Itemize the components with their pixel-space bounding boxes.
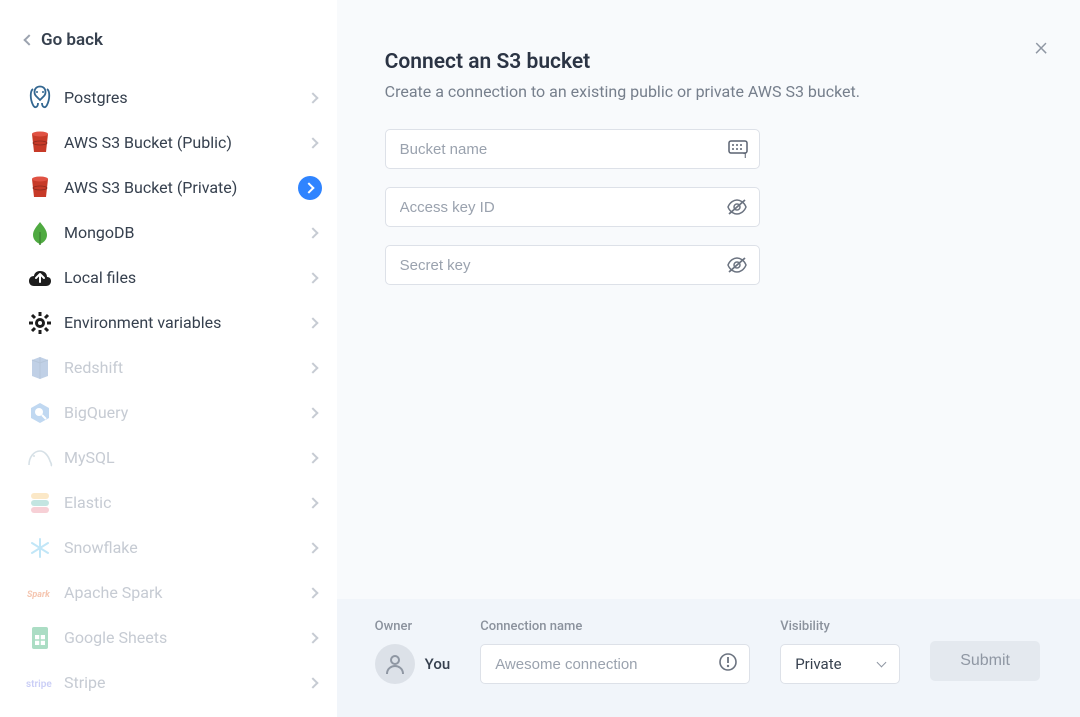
chevron-right-icon [307, 137, 318, 148]
sidebar-item-label: Redshift [64, 358, 309, 377]
page-title: Connect an S3 bucket [385, 50, 1032, 74]
access-key-input[interactable] [385, 187, 760, 227]
sidebar-item-label: AWS S3 Bucket (Private) [64, 178, 298, 197]
sheets-icon [26, 624, 54, 652]
sidebar-item-env[interactable]: Environment variables [20, 300, 337, 345]
secret-key-input[interactable] [385, 245, 760, 285]
chevron-right-icon [307, 362, 318, 373]
visibility-label: Visibility [780, 619, 900, 634]
avatar-icon [375, 644, 415, 684]
main-panel: × Connect an S3 bucket Create a connecti… [337, 0, 1080, 717]
sidebar-item-label: MySQL [64, 448, 309, 467]
owner-label: Owner [375, 619, 451, 634]
elastic-icon [26, 489, 54, 517]
bucket-name-input[interactable] [385, 129, 760, 169]
submit-button[interactable]: Submit [930, 641, 1040, 681]
chevron-right-icon [307, 542, 318, 553]
sidebar-item-label: Apache Spark [64, 583, 309, 602]
sidebar-item-elastic: Elastic [20, 480, 337, 525]
connection-name-label: Connection name [480, 619, 750, 634]
chevron-right-icon [307, 227, 318, 238]
postgres-icon [26, 84, 54, 112]
chevron-right-icon [307, 497, 318, 508]
sidebar-item-sheets: Google Sheets [20, 615, 337, 660]
connection-name-input[interactable] [480, 644, 750, 684]
sidebar-item-label: AWS S3 Bucket (Public) [64, 133, 309, 152]
mixpanel-icon: mixpanel [26, 714, 54, 717]
eye-off-icon[interactable] [726, 198, 748, 216]
eye-off-icon[interactable] [726, 256, 748, 274]
sidebar-item-mixpanel: mixpanelMixpanel [20, 705, 337, 717]
sidebar-item-label: Stripe [64, 673, 309, 692]
sidebar-item-label: Elastic [64, 493, 309, 512]
sidebar-item-label: BigQuery [64, 403, 309, 422]
sidebar-item-snowflake: Snowflake [20, 525, 337, 570]
sidebar-item-s3[interactable]: AWS S3 Bucket (Private) [20, 165, 337, 210]
snowflake-icon [26, 534, 54, 562]
bucket-name-field: 1 [385, 129, 760, 169]
sidebar-item-s3[interactable]: AWS S3 Bucket (Public) [20, 120, 337, 165]
chevron-left-icon [23, 34, 34, 45]
sidebar-item-mysql: MySQL [20, 435, 337, 480]
sidebar-item-redshift: Redshift [20, 345, 337, 390]
chevron-right-icon [307, 92, 318, 103]
chevron-right-icon [307, 677, 318, 688]
owner-column: Owner You [375, 619, 451, 684]
sidebar-item-label: Local files [64, 268, 309, 287]
sidebar-item-label: MongoDB [64, 223, 309, 242]
footer-bar: Owner You Connection name Visibility Pri… [337, 599, 1080, 717]
chevron-right-active-icon [298, 176, 322, 200]
chevron-right-icon [307, 317, 318, 328]
sidebar-item-label: Postgres [64, 88, 309, 107]
bigquery-icon [26, 399, 54, 427]
chevron-right-icon [307, 452, 318, 463]
connection-name-column: Connection name [480, 619, 750, 684]
spark-icon: Spark [26, 579, 54, 607]
sidebar-item-postgres[interactable]: Postgres [20, 75, 337, 120]
chevron-right-icon [307, 407, 318, 418]
visibility-value: Private [795, 655, 841, 673]
svg-text:1: 1 [743, 152, 747, 158]
visibility-select[interactable]: Private [780, 644, 900, 684]
mysql-icon [26, 444, 54, 472]
svg-text:Spark: Spark [27, 590, 51, 600]
go-back-label: Go back [41, 30, 103, 50]
page-subtitle: Create a connection to an existing publi… [385, 82, 1032, 101]
sidebar-item-label: Environment variables [64, 313, 309, 332]
sidebar-item-stripe: stripe Stripe [20, 660, 337, 705]
mongodb-icon [26, 219, 54, 247]
secret-key-field [385, 245, 760, 285]
local-icon [26, 264, 54, 292]
sidebar-item-spark: Spark Apache Spark [20, 570, 337, 615]
close-button[interactable]: × [1034, 32, 1048, 62]
form-content: Connect an S3 bucket Create a connection… [337, 0, 1080, 599]
go-back-button[interactable]: Go back [20, 30, 337, 50]
s3-icon [26, 174, 54, 202]
sidebar-item-local[interactable]: Local files [20, 255, 337, 300]
redshift-icon [26, 354, 54, 382]
sidebar-item-label: Snowflake [64, 538, 309, 557]
chevron-right-icon [307, 632, 318, 643]
owner-value: You [425, 655, 451, 673]
env-icon [26, 309, 54, 337]
chevron-down-icon [877, 658, 887, 668]
sidebar-item-label: Google Sheets [64, 628, 309, 647]
sidebar-item-bigquery: BigQuery [20, 390, 337, 435]
keyboard-icon: 1 [728, 140, 748, 158]
stripe-icon: stripe [26, 669, 54, 697]
s3-icon [26, 129, 54, 157]
svg-text:stripe: stripe [26, 679, 52, 690]
visibility-column: Visibility Private [780, 619, 900, 684]
chevron-right-icon [307, 587, 318, 598]
sidebar: Go back Postgres AWS S3 Bucket (Public) AW… [0, 0, 337, 717]
warning-icon [718, 652, 738, 676]
chevron-right-icon [307, 272, 318, 283]
sidebar-item-mongodb[interactable]: MongoDB [20, 210, 337, 255]
access-key-field [385, 187, 760, 227]
